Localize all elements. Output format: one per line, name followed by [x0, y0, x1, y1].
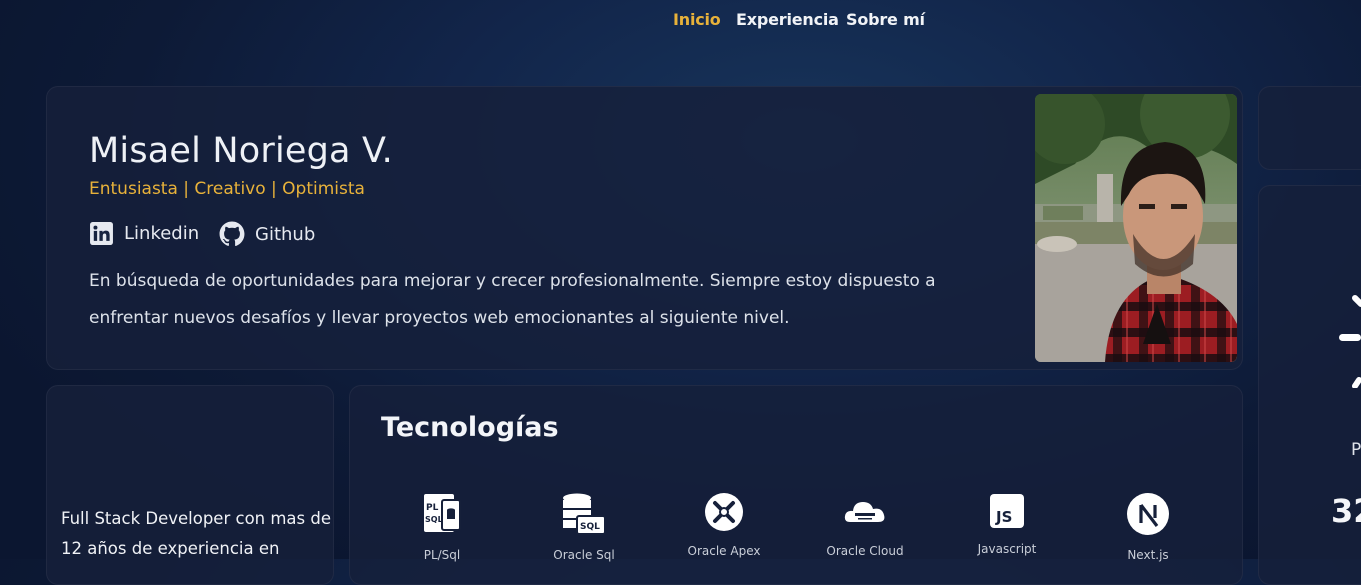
tech-label-nextjs: Next.js	[1127, 548, 1169, 562]
profile-tagline: Entusiasta | Creativo | Optimista	[89, 179, 365, 199]
github-link[interactable]: Github	[219, 221, 315, 247]
tech-label-oracle-apex: Oracle Apex	[687, 544, 761, 558]
tech-label-oracle-sql: Oracle Sql	[553, 548, 615, 562]
svg-text:JS: JS	[995, 508, 1012, 526]
svg-text:PL: PL	[426, 503, 439, 513]
profile-photo	[1035, 94, 1237, 362]
linkedin-label: Linkedin	[124, 223, 200, 244]
tech-item-oracle-apex: Oracle Apex	[654, 492, 794, 558]
nav-link-sobre-mi[interactable]: Sobre mí	[846, 10, 925, 29]
stat-illustration	[1339, 295, 1361, 388]
technologies-title: Tecnologías	[381, 412, 559, 443]
tech-label-oracle-cloud: Oracle Cloud	[826, 544, 904, 558]
tech-item-oracle-cloud: Oracle Cloud	[795, 492, 935, 558]
oracle-apex-icon	[654, 492, 794, 532]
summary-card: Full Stack Developer con mas de 12 años …	[46, 385, 334, 585]
summary-text: Full Stack Developer con mas de 12 años …	[61, 509, 332, 558]
github-icon	[219, 221, 245, 247]
tech-item-javascript: JS Javascript	[937, 492, 1077, 556]
right-top-card	[1258, 86, 1361, 170]
hero-card: Misael Noriega V. Entusiasta | Creativo …	[46, 86, 1243, 370]
javascript-icon: JS	[937, 492, 1077, 530]
nextjs-icon	[1078, 492, 1218, 536]
top-nav: Inicio Experiencia Sobre mí	[0, 10, 1361, 32]
profile-bio: En búsqueda de oportunidades para mejora…	[89, 271, 936, 328]
technologies-card: Tecnologías PL SQL PL/Sql SQL Oracle Sql …	[349, 385, 1243, 585]
tech-label-javascript: Javascript	[977, 542, 1037, 556]
github-label: Github	[255, 223, 316, 245]
svg-text:SQL: SQL	[580, 522, 600, 532]
tech-label-plsql: PL/Sql	[423, 548, 461, 562]
linkedin-icon	[89, 221, 114, 246]
nav-link-inicio[interactable]: Inicio	[673, 10, 721, 29]
plsql-icon: PL SQL	[372, 492, 512, 536]
tech-item-nextjs: Next.js	[1078, 492, 1218, 562]
stat-label: P	[1351, 440, 1361, 460]
stat-number: 32	[1331, 492, 1361, 530]
right-stats-card: P 32	[1258, 185, 1361, 585]
oracle-cloud-icon	[795, 492, 935, 532]
nav-link-experiencia[interactable]: Experiencia	[736, 10, 839, 29]
tech-item-plsql: PL SQL PL/Sql	[372, 492, 512, 562]
oracle-sql-icon: SQL	[514, 492, 654, 536]
profile-name: Misael Noriega V.	[89, 131, 393, 171]
svg-text:SQL: SQL	[425, 515, 443, 524]
linkedin-link[interactable]: Linkedin	[89, 221, 199, 246]
tech-item-oracle-sql: SQL Oracle Sql	[514, 492, 654, 562]
